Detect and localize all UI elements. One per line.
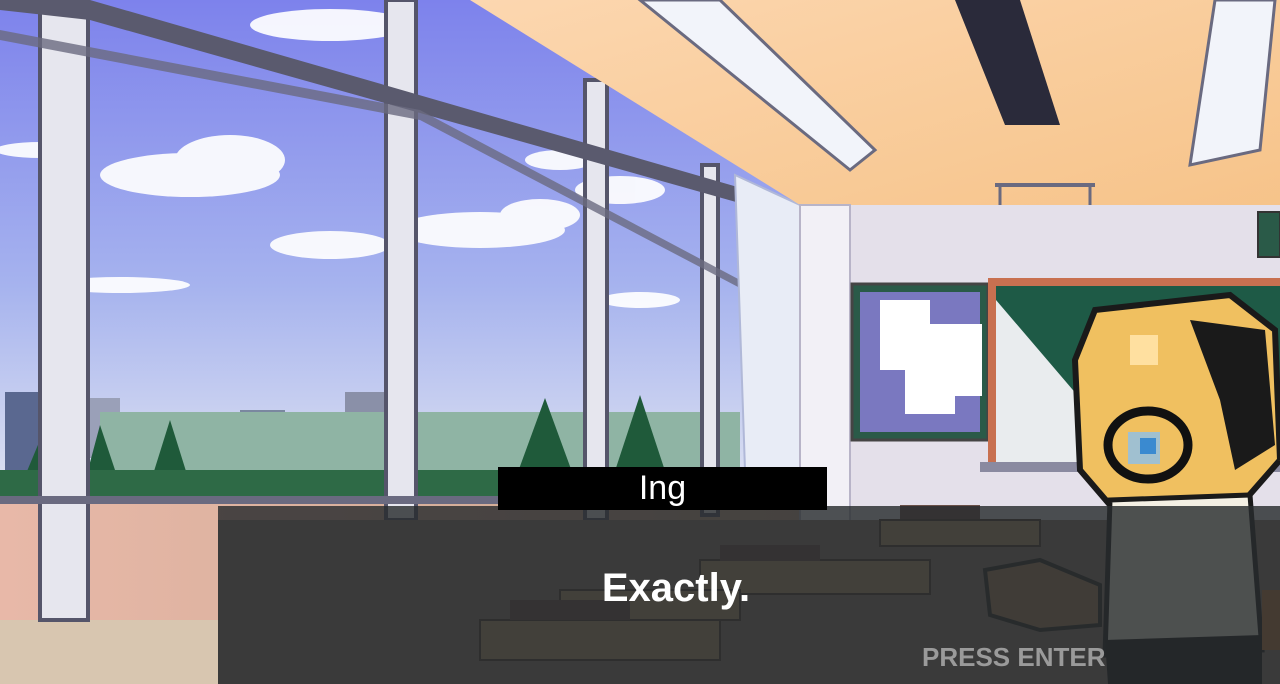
notice-paper: [880, 300, 930, 370]
wall-clock: [1257, 211, 1280, 258]
notice-paper: [905, 370, 955, 414]
speaker-name: Ing: [638, 469, 687, 507]
press-enter-prompt[interactable]: PRESS ENTER: [922, 642, 1106, 673]
speaker-name-plate: Ing: [498, 467, 827, 510]
curtain: [733, 173, 801, 471]
dialogue-line: Exactly.: [601, 566, 751, 610]
